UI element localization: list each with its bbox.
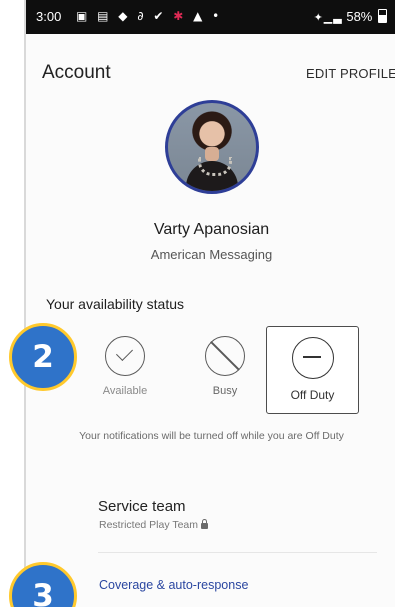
team-subtitle-text: Restricted Play Team <box>99 519 199 531</box>
alert-icon: ✱ <box>173 9 187 23</box>
step-2-badge: 2 <box>9 323 77 391</box>
check-circle-icon <box>105 336 145 376</box>
coverage-auto-response-link[interactable]: Coverage & auto-response <box>99 578 248 592</box>
status-off-duty-label: Off Duty <box>290 388 335 402</box>
signal-icon: ✦▁▃ <box>313 11 343 24</box>
battery-percent: 58% <box>346 9 373 24</box>
notification-icons-group: ▣ ▤ ◆ ∂ ✔ <box>76 9 167 23</box>
app-header: Account EDIT PROFILE <box>26 34 395 96</box>
notification-icons: ▣ ▤ ◆ ∂ ✔ ✱ ▲ • <box>76 9 222 23</box>
avatar[interactable] <box>165 100 259 194</box>
tutorial-screenshot: 3:00 ▣ ▤ ◆ ∂ ✔ ✱ ▲ • ✦▁▃ 58% Account EDI… <box>0 0 395 607</box>
availability-label: Your availability status <box>46 296 185 312</box>
minus-circle-icon <box>291 337 334 379</box>
no-entry-icon <box>205 336 245 376</box>
team-name[interactable]: Service team <box>98 498 186 515</box>
page-title: Account <box>42 62 111 83</box>
status-bar: 3:00 ▣ ▤ ◆ ∂ ✔ ✱ ▲ • ✦▁▃ 58% <box>26 0 395 34</box>
profile-organization: American Messaging <box>150 247 273 262</box>
status-off-duty-button[interactable]: Off Duty <box>266 326 359 414</box>
divider <box>98 552 377 553</box>
status-right: ✦▁▃ 58% <box>314 9 387 24</box>
status-busy-button[interactable]: Busy <box>196 326 254 412</box>
edit-profile-button[interactable]: EDIT PROFILE <box>306 66 395 81</box>
status-busy-label: Busy <box>212 385 238 397</box>
phone-screen: 3:00 ▣ ▤ ◆ ∂ ✔ ✱ ▲ • ✦▁▃ 58% Account EDI… <box>24 0 395 607</box>
lock-icon <box>201 519 209 529</box>
profile-name: Varty Apanosian <box>153 221 270 238</box>
battery-icon <box>378 9 387 23</box>
availability-note: Your notifications will be turned off wh… <box>79 430 344 442</box>
status-available-button[interactable]: Available <box>94 326 156 412</box>
status-time: 3:00 <box>36 9 62 24</box>
status-available-label: Available <box>102 385 148 397</box>
misc-status-icons: ▲ • <box>193 9 223 23</box>
team-subtitle: Restricted Play Team <box>99 519 209 531</box>
